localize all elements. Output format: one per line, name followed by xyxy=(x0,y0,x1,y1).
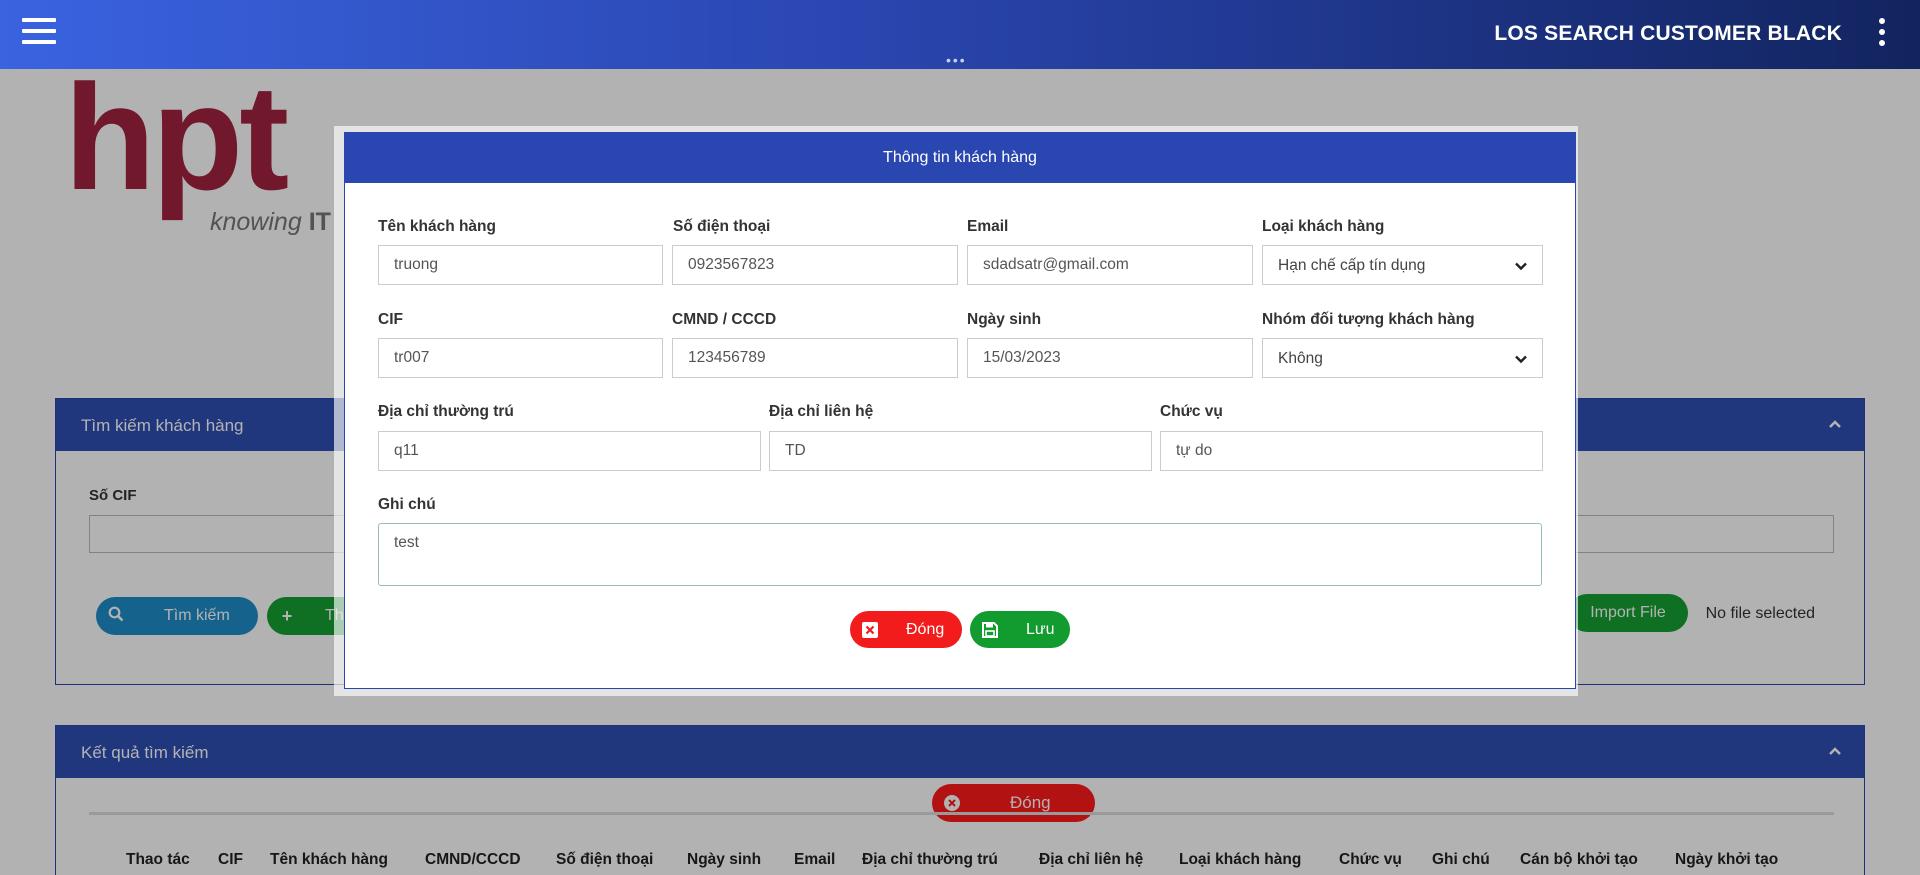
position-input[interactable] xyxy=(1160,431,1543,471)
customer-name-input[interactable] xyxy=(378,245,663,285)
permanent-address-label: Địa chỉ thường trú xyxy=(378,403,514,420)
phone-label: Số điện thoại xyxy=(673,218,771,235)
save-icon xyxy=(970,621,1010,639)
app-title: LOS SEARCH CUSTOMER BLACK xyxy=(1494,22,1842,45)
save-button-label: Lưu xyxy=(1026,620,1055,638)
birth-date-label: Ngày sinh xyxy=(967,311,1042,328)
chevron-down-icon xyxy=(1515,355,1527,364)
top-app-bar: ••• LOS SEARCH CUSTOMER BLACK xyxy=(0,0,1920,69)
customer-type-select[interactable]: Hạn chế cấp tín dụng xyxy=(1262,245,1543,285)
id-number-label: CMND / CCCD xyxy=(672,311,777,328)
menu-icon[interactable] xyxy=(22,18,56,48)
customer-group-label: Nhóm đối tượng khách hàng xyxy=(1262,311,1475,328)
birth-date-input[interactable] xyxy=(967,338,1253,378)
chevron-down-icon xyxy=(1515,262,1527,271)
customer-type-value: Hạn chế cấp tín dụng xyxy=(1278,257,1426,274)
close-button[interactable]: Đóng xyxy=(850,611,962,648)
customer-name-label: Tên khách hàng xyxy=(378,218,496,235)
customer-group-select[interactable]: Không xyxy=(1262,338,1543,378)
customer-info-modal: Thông tin khách hàng Tên khách hàng Số đ… xyxy=(344,132,1576,689)
customer-group-value: Không xyxy=(1278,350,1323,367)
cif-input[interactable] xyxy=(378,338,663,378)
drag-handle-icon: ••• xyxy=(946,52,967,68)
permanent-address-input[interactable] xyxy=(378,431,761,471)
position-label: Chức vụ xyxy=(1160,403,1223,420)
save-button[interactable]: Lưu xyxy=(970,611,1070,648)
close-button-label: Đóng xyxy=(906,620,945,638)
modal-title: Thông tin khách hàng xyxy=(345,133,1575,183)
cif-label: CIF xyxy=(378,311,403,328)
email-input[interactable] xyxy=(967,245,1253,285)
contact-address-label: Địa chỉ liên hệ xyxy=(769,403,874,420)
contact-address-input[interactable] xyxy=(769,431,1152,471)
note-textarea[interactable]: test xyxy=(378,523,1542,586)
id-number-input[interactable] xyxy=(672,338,958,378)
customer-type-label: Loại khách hàng xyxy=(1262,218,1385,235)
close-box-icon xyxy=(850,621,890,639)
email-label: Email xyxy=(967,218,1009,235)
phone-input[interactable] xyxy=(672,245,958,285)
note-label: Ghi chú xyxy=(378,496,436,513)
more-options-icon[interactable] xyxy=(1878,18,1886,50)
